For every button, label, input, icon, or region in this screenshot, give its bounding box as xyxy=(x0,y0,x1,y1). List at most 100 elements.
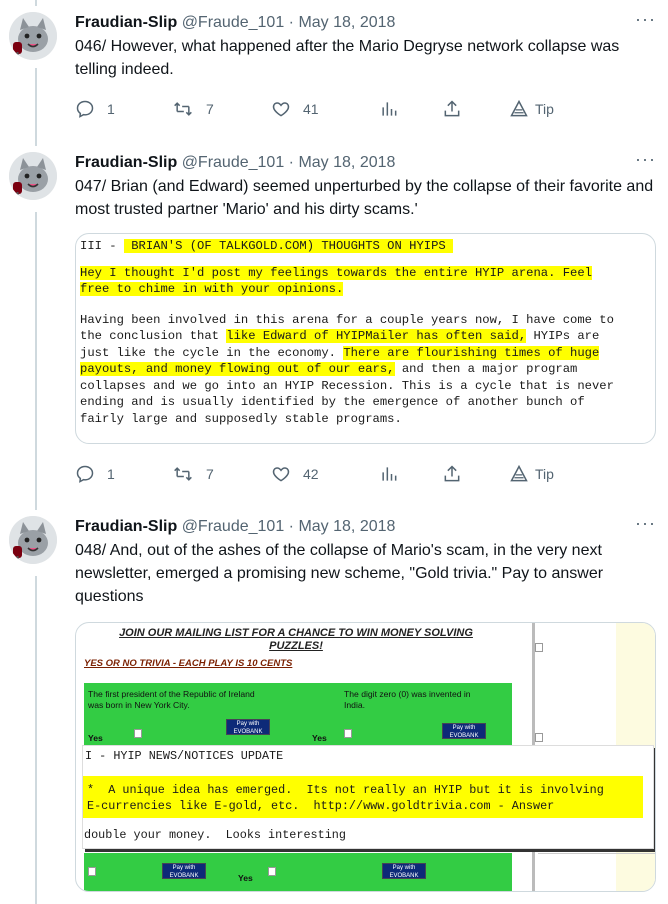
retweet-icon xyxy=(174,102,192,116)
author-name[interactable]: Fraudian-Slip xyxy=(75,518,177,535)
overlay-title: I - HYIP NEWS/NOTICES UPDATE xyxy=(85,749,284,763)
retweet-button[interactable]: 7 xyxy=(172,97,214,121)
newsletter-line: payouts, and money flowing out of our ea… xyxy=(80,361,614,378)
evobank-pay-button[interactable]: Pay with EVOBANK xyxy=(162,863,206,879)
broken-image-icon xyxy=(535,643,543,652)
overlay-line: * A unique idea has emerged. Its not rea… xyxy=(87,783,604,797)
question-line: India. xyxy=(344,700,366,710)
tweet-header: Fraudian-Slip @Fraude_101 · May 18, 2018… xyxy=(75,9,656,34)
avatar[interactable] xyxy=(9,152,57,200)
avatar[interactable] xyxy=(9,516,57,564)
separator-dot: · xyxy=(288,518,294,535)
like-button[interactable]: 42 xyxy=(271,462,319,486)
tweet-text: 047/ Brian (and Edward) seemed unperturb… xyxy=(75,178,654,218)
overlay-line: E-currencies like E-gold, etc. http://ww… xyxy=(87,799,555,813)
retweet-button[interactable]: 7 xyxy=(172,462,214,486)
like-count: 41 xyxy=(303,101,319,117)
author-name[interactable]: Fraudian-Slip xyxy=(75,154,177,171)
tip-button[interactable]: Tip xyxy=(509,97,554,121)
newsletter-line: Having been involved in this arena for a… xyxy=(80,312,614,327)
highlighted-text: There are flourishing times of huge xyxy=(343,345,600,360)
retweet-count: 7 xyxy=(206,466,214,482)
author-name[interactable]: Fraudian-Slip xyxy=(75,14,177,31)
cat-avatar-icon xyxy=(9,516,57,564)
author-handle[interactable]: @Fraude_101 xyxy=(182,14,285,31)
highlighted-text: payouts, and money flowing out of our ea… xyxy=(80,362,395,376)
tweet-date[interactable]: May 18, 2018 xyxy=(298,14,395,31)
more-options-icon[interactable]: ··· xyxy=(635,8,656,30)
broken-image-icon xyxy=(268,867,276,876)
trivia-heading-line: JOIN OUR MAILING LIST FOR A CHANCE TO WI… xyxy=(119,627,473,639)
tweet-actions: 1 7 41 Tip xyxy=(75,97,575,121)
tweet-date[interactable]: May 18, 2018 xyxy=(298,154,395,171)
broken-image-icon xyxy=(535,733,543,742)
section-number: III - xyxy=(80,239,124,253)
plain-text: the conclusion that xyxy=(80,329,227,343)
share-button[interactable] xyxy=(442,462,462,486)
question-line: The first president of the Republic of I… xyxy=(88,689,255,699)
tip-icon xyxy=(510,464,528,482)
newsletter-screenshot-image[interactable]: III - BRIAN'S (OF TALKGOLD.COM) THOUGHTS… xyxy=(75,233,656,444)
more-options-icon[interactable]: ··· xyxy=(635,148,656,170)
heart-icon xyxy=(272,102,290,117)
analytics-icon xyxy=(382,467,397,481)
trivia-heading-line: PUZZLES! xyxy=(269,640,323,652)
evobank-pay-button[interactable]: Pay with EVOBANK xyxy=(226,719,270,735)
analytics-button[interactable] xyxy=(379,97,399,121)
yes-label[interactable]: Yes xyxy=(238,873,253,883)
reply-count: 1 xyxy=(107,101,115,117)
tweet[interactable]: Fraudian-Slip @Fraude_101 · May 18, 2018… xyxy=(0,0,668,140)
tip-label: Tip xyxy=(535,466,554,482)
newsletter-line: fairly large and supposedly stable progr… xyxy=(80,411,402,426)
newsletter-line: Hey I thought I'd post my feelings towar… xyxy=(80,265,614,282)
newsletter-line: free to chime in with your opinions. xyxy=(80,281,614,298)
broken-image-icon xyxy=(88,867,96,876)
share-icon xyxy=(444,465,460,482)
evobank-pay-button[interactable]: Pay with EVOBANK xyxy=(382,863,426,879)
share-button[interactable] xyxy=(442,97,462,121)
heart-icon xyxy=(272,467,290,482)
reply-button[interactable]: 1 xyxy=(75,462,115,486)
highlighted-text: Hey I thought I'd post my feelings towar… xyxy=(80,265,592,280)
tip-label: Tip xyxy=(535,101,554,117)
reply-count: 1 xyxy=(107,466,115,482)
gold-trivia-screenshot-image[interactable]: JOIN OUR MAILING LIST FOR A CHANCE TO WI… xyxy=(75,622,656,892)
tip-icon xyxy=(510,99,528,117)
overlay-line: double your money. Looks interesting xyxy=(84,827,346,844)
tweet-date[interactable]: May 18, 2018 xyxy=(298,518,395,535)
tip-button[interactable]: Tip xyxy=(509,462,554,486)
highlighted-text: like Edward of HYIPMailer has often said… xyxy=(226,329,527,343)
tweet-text: 048/ And, out of the ashes of the collap… xyxy=(75,542,604,605)
newsletter-line: the conclusion that like Edward of HYIPM… xyxy=(80,328,614,345)
plain-text: HYIPs are xyxy=(526,329,600,343)
retweet-count: 7 xyxy=(206,101,214,117)
separator-dot: · xyxy=(288,154,294,171)
avatar[interactable] xyxy=(9,12,57,60)
author-handle[interactable]: @Fraude_101 xyxy=(182,518,285,535)
tweet-actions: 1 7 42 Tip xyxy=(75,462,575,486)
newsletter-line: III - BRIAN'S (OF TALKGOLD.COM) THOUGHTS… xyxy=(80,238,614,255)
tweet-header: Fraudian-Slip @Fraude_101 · May 18, 2018… xyxy=(75,149,656,174)
trivia-question-panel xyxy=(84,853,512,891)
like-count: 42 xyxy=(303,466,319,482)
more-options-icon[interactable]: ··· xyxy=(635,512,656,534)
plain-text: just like the cycle in the economy. xyxy=(80,345,336,360)
like-button[interactable]: 41 xyxy=(271,97,319,121)
reply-button[interactable]: 1 xyxy=(75,97,115,121)
reply-icon xyxy=(76,465,94,483)
analytics-icon xyxy=(382,102,397,116)
evobank-pay-button[interactable]: Pay with EVOBANK xyxy=(442,723,486,739)
yes-label[interactable]: Yes xyxy=(88,733,103,743)
analytics-button[interactable] xyxy=(379,462,399,486)
separator-dot: · xyxy=(288,14,294,31)
author-handle[interactable]: @Fraude_101 xyxy=(182,154,285,171)
trivia-question: The digit zero (0) was invented in India… xyxy=(344,689,471,711)
yes-label[interactable]: Yes xyxy=(312,733,327,743)
broken-image-icon xyxy=(344,729,352,738)
cat-avatar-icon xyxy=(9,12,57,60)
trivia-question: The first president of the Republic of I… xyxy=(88,689,255,711)
share-icon xyxy=(444,100,460,117)
plain-text: and then a major program xyxy=(394,362,578,376)
question-line: was born in New York City. xyxy=(88,700,190,710)
broken-image-icon xyxy=(134,729,142,738)
